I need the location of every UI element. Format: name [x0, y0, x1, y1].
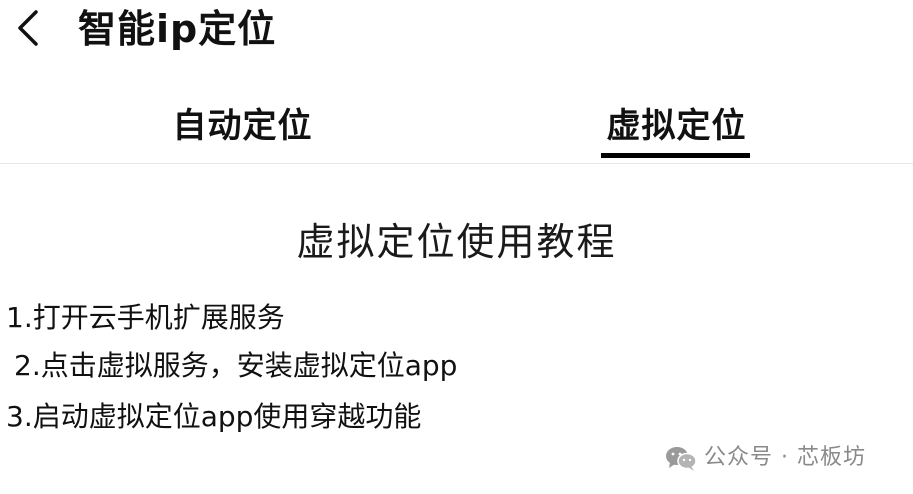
watermark: 公众号 · 芯板坊	[664, 440, 866, 476]
tab-label: 自动定位	[172, 106, 313, 146]
tutorial-title: 虚拟定位使用教程	[296, 220, 617, 264]
wechat-icon	[664, 444, 698, 472]
page-title: 智能ip定位	[78, 7, 277, 51]
chevron-left-icon	[18, 10, 38, 46]
tutorial-step: 2.点击虚拟服务，安装虚拟定位app	[14, 349, 458, 382]
active-tab-indicator	[601, 153, 750, 158]
back-button[interactable]	[8, 6, 48, 50]
tab-auto-location[interactable]: 自动定位	[160, 96, 325, 162]
watermark-text: 公众号 · 芯板坊	[704, 445, 866, 470]
header-bar: 智能ip定位	[0, 0, 913, 62]
tutorial-step: 3.启动虚拟定位app使用穿越功能	[6, 400, 422, 433]
tutorial-step: 1.打开云手机扩展服务	[6, 301, 285, 334]
app-screen: 智能ip定位 自动定位 虚拟定位 虚拟定位使用教程 1.打开云手机扩展服务 2.…	[0, 0, 913, 494]
tab-label: 虚拟定位	[606, 106, 747, 146]
tab-bar: 自动定位 虚拟定位	[0, 96, 913, 164]
divider	[0, 163, 913, 164]
